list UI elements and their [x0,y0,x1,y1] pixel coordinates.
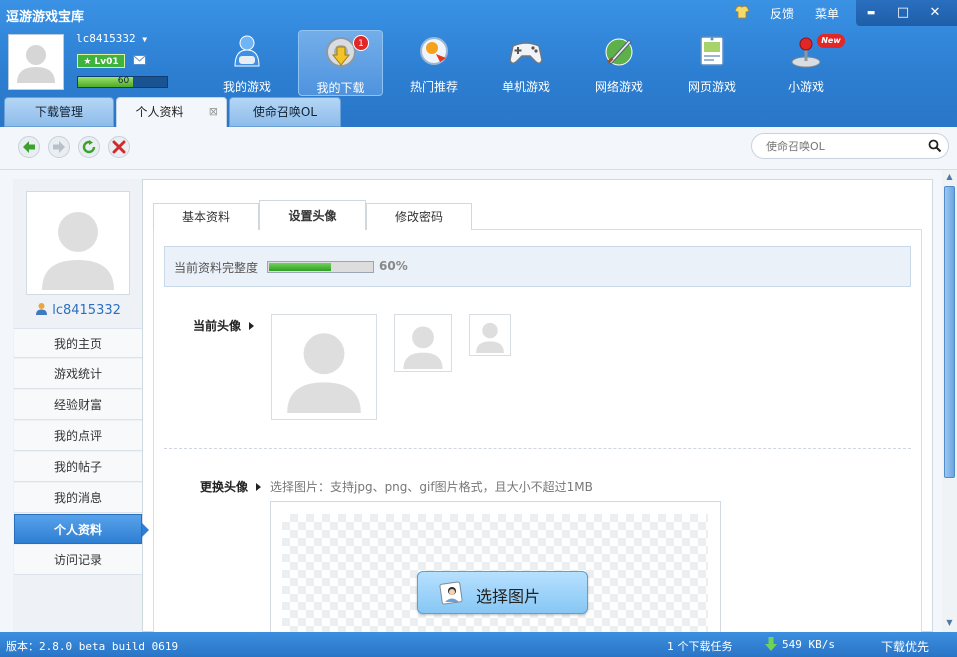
nav-label: 热门推荐 [409,80,458,94]
version-text: 版本：2.8.0 beta build 0619 [6,640,179,653]
sidebar-username[interactable]: lc8415332 [14,302,142,318]
back-button[interactable] [18,136,40,158]
change-avatar-label: 更换头像 [200,478,261,495]
header-username[interactable]: lc8415332 ▼ [76,32,147,45]
maximize-button[interactable]: □ [892,4,914,22]
nav-mini-games[interactable]: New 小游戏 [769,30,845,96]
tab-download-manager[interactable]: 下载管理 [4,97,114,127]
stop-icon [112,140,126,154]
new-badge: New [817,34,845,48]
profile-completeness: 当前资料完整度 60% [164,246,911,287]
web-game-icon [700,36,724,66]
download-count-badge: 1 [353,35,369,51]
scroll-down-icon[interactable]: ▼ [944,618,955,628]
download-speed: 549 KB/s [782,638,835,651]
sidebar-item-game-stats[interactable]: 游戏统计 [14,359,142,389]
sidebar-avatar [26,191,130,295]
nav-online-games[interactable]: 网络游戏 [582,30,656,96]
feedback-link[interactable]: 反馈 [770,5,794,22]
stop-button[interactable] [108,136,130,158]
nav-hot-recommend[interactable]: 热门推荐 [397,30,471,96]
search-box [751,133,949,159]
nav-label: 网页游戏 [687,80,736,94]
sword-icon [605,38,633,66]
refresh-button[interactable] [78,136,100,158]
subtab-basic-info[interactable]: 基本资料 [153,203,259,230]
exp-value: 60 [117,76,130,86]
nav-my-downloads[interactable]: 1 我的下载 [298,30,383,96]
tab-close-icon[interactable]: ⊠ [209,98,218,126]
nav-label: 我的下载 [316,81,365,95]
change-avatar-hint: 选择图片：支持jpg、png、gif图片格式，且大小不超过1MB [270,480,593,494]
minimize-button[interactable]: ▬ [860,4,882,22]
avatar-preview-small [469,314,511,356]
mail-icon[interactable] [133,55,146,65]
avatar-placeholder-icon [42,212,114,290]
tab-label: 个人资料 [135,105,184,119]
nav-label: 我的游戏 [222,80,271,94]
app-title: 逗游游戏宝库 [6,10,85,25]
status-bar: 版本：2.8.0 beta build 0619 1 个下载任务 549 KB/… [0,632,957,657]
sidebar-item-profile[interactable]: 个人资料 [14,514,149,544]
sidebar-item-posts[interactable]: 我的帖子 [14,452,142,482]
section-divider [164,448,911,449]
download-arrow-icon [765,637,777,651]
exp-bar: 60 [77,76,168,88]
select-image-label: 选择图片 [476,587,541,606]
scroll-up-icon[interactable]: ▲ [944,172,955,182]
sidebar-item-home[interactable]: 我的主页 [14,328,142,358]
search-input[interactable] [766,138,916,154]
photo-icon [439,581,463,605]
completeness-label: 当前资料完整度 [174,261,259,275]
completeness-bar [267,261,374,273]
avatar-placeholder-icon [476,322,504,353]
user-icon [36,303,48,315]
avatar-placeholder-icon [403,326,443,369]
subtab-change-password[interactable]: 修改密码 [366,203,472,230]
gamepad-icon [509,42,543,64]
tab-profile[interactable]: 个人资料 ⊠ [116,97,227,128]
nav-label: 网络游戏 [594,80,643,94]
level-badge: ★ Lv01 [77,54,125,68]
completeness-bar-fill [269,263,331,271]
my-games-icon [234,35,260,67]
avatar-preview-medium [394,314,452,372]
arrow-left-icon [23,141,35,153]
avatar-placeholder-icon [287,333,361,413]
nav-label: 小游戏 [787,80,824,94]
skin-icon[interactable] [734,5,750,19]
download-priority-button[interactable]: 下载优先 [881,638,929,655]
avatar-placeholder-icon [17,45,55,83]
refresh-icon [82,140,96,154]
search-icon[interactable] [928,139,942,153]
menu-link[interactable]: 菜单 [815,5,839,22]
nav-label: 单机游戏 [501,80,550,94]
download-tasks[interactable]: 1 个下载任务 [667,638,733,654]
nav-web-games[interactable]: 网页游戏 [675,30,749,96]
sidebar-item-wealth[interactable]: 经验财富 [14,390,142,420]
tab-label: 下载管理 [34,105,83,119]
nav-my-games[interactable]: 我的游戏 [210,30,284,96]
tab-label: 使命召唤OL [252,105,318,119]
close-button[interactable]: ✕ [924,4,946,22]
forward-button[interactable] [48,136,70,158]
sidebar-item-messages[interactable]: 我的消息 [14,483,142,513]
sidebar-item-reviews[interactable]: 我的点评 [14,421,142,451]
avatar-preview-large [271,314,377,420]
select-image-button[interactable]: 选择图片 [417,571,588,614]
hot-recommend-icon [420,37,448,65]
nav-single-player[interactable]: 单机游戏 [489,30,563,96]
window-controls: ▬ □ ✕ [856,0,957,26]
subtab-set-avatar[interactable]: 设置头像 [259,200,366,230]
scroll-thumb[interactable] [944,186,955,478]
arrow-right-icon [53,141,65,153]
user-avatar[interactable] [8,34,64,90]
star-icon: ★ [83,57,92,67]
vertical-scrollbar[interactable]: ▲ ▼ [942,170,957,632]
current-avatar-label: 当前头像 [193,317,254,334]
chevron-down-icon[interactable]: ▼ [142,35,147,44]
sidebar-item-visit-log[interactable]: 访问记录 [14,545,142,575]
completeness-value: 60% [379,259,408,273]
tab-cod-ol[interactable]: 使命召唤OL [229,97,341,127]
